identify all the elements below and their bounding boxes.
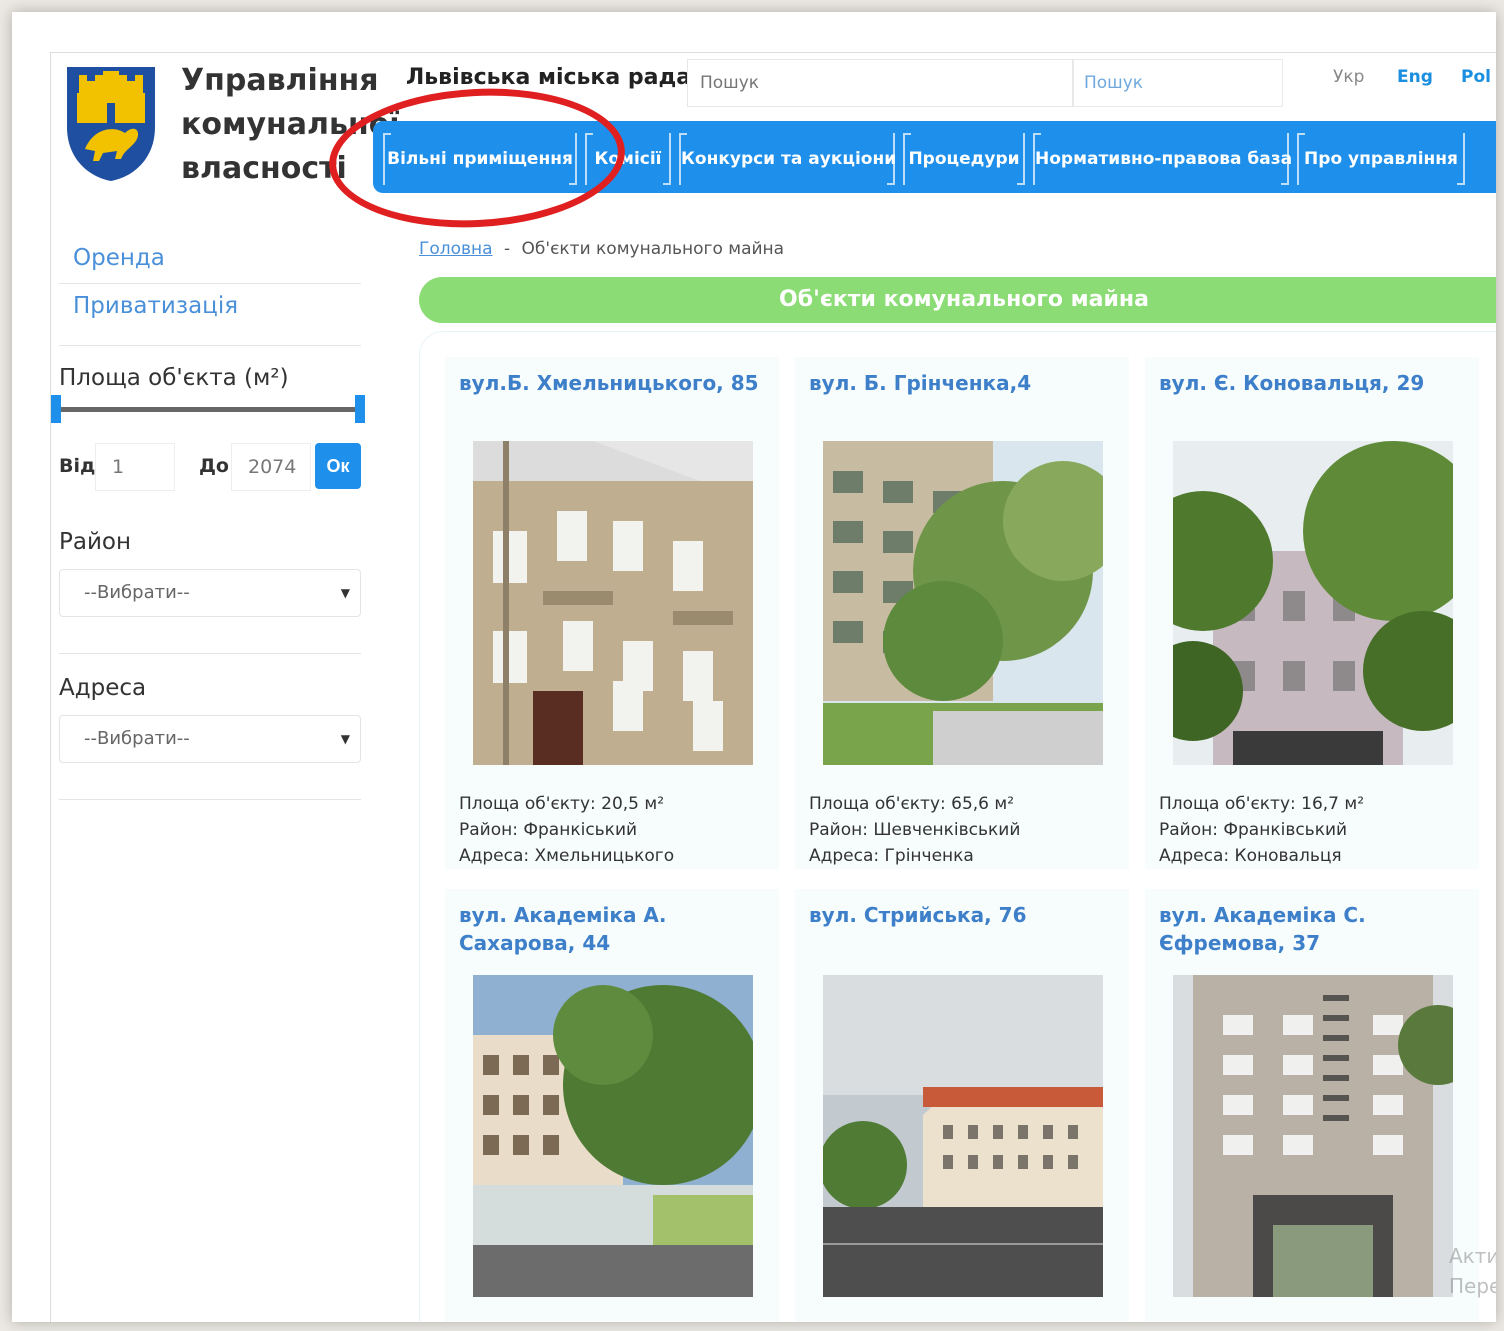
building-photo[interactable] [823, 441, 1103, 765]
property-card[interactable]: вул. Академіка А. Сахарова, 44 [445, 889, 779, 1322]
building-photo[interactable] [473, 975, 753, 1297]
property-card-title[interactable]: вул. Стрийська, 76 [809, 901, 1119, 929]
sidebar-divider [59, 345, 361, 346]
address-select-value: --Вибрати-- [84, 728, 190, 749]
property-card[interactable]: вул. Стрийська, 76 [795, 889, 1129, 1322]
address-select[interactable]: --Вибрати-- ▼ [59, 715, 361, 763]
nav-about[interactable]: Про управління [1297, 133, 1465, 185]
watermark-line: Акти [1449, 1244, 1496, 1268]
breadcrumb-separator: - [504, 239, 511, 259]
area-slider-min-handle[interactable] [51, 395, 61, 423]
property-address: Адреса: Коновальця [1159, 846, 1342, 866]
lang-ukrainian-link[interactable]: Укр [1333, 67, 1364, 87]
breadcrumb-current: Об'єкти комунального майна [521, 239, 785, 259]
property-area: Площа об'єкту: 65,6 м² [809, 794, 1015, 814]
org-title-line: комунальної [181, 107, 400, 142]
property-card-title[interactable]: вул.Б. Хмельницького, 85 [459, 369, 769, 397]
property-card[interactable]: вул. Академіка С. Єфремова, 37 [1145, 889, 1479, 1322]
search-button[interactable]: Пошук [1073, 59, 1283, 107]
activation-watermark: Акти Пере [1449, 1241, 1496, 1301]
nav-procedures[interactable]: Процедури [903, 133, 1025, 185]
nav-free-premises[interactable]: Вільні приміщення [383, 133, 577, 185]
property-card-details: Площа об'єкту: 20,5 м² Район: Франкіськи… [459, 791, 674, 869]
org-title-line: власності [181, 151, 347, 186]
city-council-link[interactable]: Львівська міська рада [406, 65, 691, 90]
property-district: Район: Франківський [1159, 820, 1348, 840]
property-area: Площа об'єкту: 20,5 м² [459, 794, 665, 814]
area-filter-heading: Площа об'єкта (м²) [59, 365, 289, 391]
building-photo[interactable] [1173, 975, 1453, 1297]
watermark-line: Пере [1449, 1274, 1496, 1298]
sidebar-link-rent[interactable]: Оренда [73, 245, 165, 271]
district-select[interactable]: --Вибрати-- ▼ [59, 569, 361, 617]
property-card-title[interactable]: вул. Академіка А. Сахарова, 44 [459, 901, 769, 957]
property-card[interactable]: вул. Є. Коновальця, 29 Площа об'єкту: 16… [1145, 357, 1479, 869]
nav-contests-auctions[interactable]: Конкурси та аукціони [679, 133, 896, 185]
org-title-line: Управління [181, 63, 379, 98]
main-navbar: Вільні приміщення Комісії Конкурси та ау… [373, 121, 1496, 193]
property-card-details: Площа об'єкту: 65,6 м² Район: Шевченківс… [809, 791, 1020, 869]
building-photo[interactable] [1173, 441, 1453, 765]
area-range-slider[interactable] [59, 407, 361, 412]
property-address: Адреса: Хмельницького [459, 846, 675, 866]
area-to-input[interactable]: 2074 [231, 443, 311, 491]
sidebar-link-privatization[interactable]: Приватизація [73, 293, 238, 319]
sidebar-divider [59, 653, 361, 654]
nav-commissions[interactable]: Комісії [585, 133, 671, 185]
area-slider-max-handle[interactable] [355, 395, 365, 423]
chevron-down-icon: ▼ [340, 586, 350, 600]
search-input[interactable] [687, 59, 1073, 107]
screenshot-frame: Управління комунальної власності Львівсь… [12, 12, 1496, 1322]
area-ok-button[interactable]: Ок [315, 443, 361, 489]
chevron-down-icon: ▼ [340, 732, 350, 746]
sidebar-divider [59, 283, 361, 284]
lviv-coat-of-arms-icon[interactable] [63, 63, 159, 183]
sidebar-divider [59, 799, 361, 800]
page-title: Об'єкти комунального майна [419, 277, 1496, 323]
nav-legal-base[interactable]: Нормативно-правова база [1033, 133, 1292, 185]
lang-polish-link[interactable]: Pol [1461, 67, 1491, 87]
breadcrumb-home-link[interactable]: Головна [419, 239, 493, 259]
to-label: До [199, 455, 229, 477]
breadcrumb: Головна - Об'єкти комунального майна [419, 239, 784, 259]
property-card-title[interactable]: вул. Б. Грінченка,4 [809, 369, 1119, 397]
property-card-title[interactable]: вул. Є. Коновальця, 29 [1159, 369, 1469, 397]
district-select-value: --Вибрати-- [84, 582, 190, 603]
address-heading: Адреса [59, 675, 147, 701]
property-card-details: Площа об'єкту: 16,7 м² Район: Франківськ… [1159, 791, 1364, 869]
district-heading: Район [59, 529, 132, 555]
browser-page: Управління комунальної власності Львівсь… [50, 52, 1496, 1322]
lang-english-link[interactable]: Eng [1397, 67, 1433, 87]
building-photo[interactable] [473, 441, 753, 765]
property-card-title[interactable]: вул. Академіка С. Єфремова, 37 [1159, 901, 1469, 957]
building-photo[interactable] [823, 975, 1103, 1297]
property-district: Район: Франкіський [459, 820, 638, 840]
property-area: Площа об'єкту: 16,7 м² [1159, 794, 1365, 814]
property-district: Район: Шевченківський [809, 820, 1021, 840]
property-address: Адреса: Грінченка [809, 846, 974, 866]
from-label: Від [59, 455, 96, 477]
property-card[interactable]: вул.Б. Хмельницького, 85 Площа об'єкту: … [445, 357, 779, 869]
org-title: Управління комунальної власності [181, 59, 400, 191]
property-card[interactable]: вул. Б. Грінченка,4 Площа об'єкту: 65,6 … [795, 357, 1129, 869]
area-from-input[interactable]: 1 [95, 443, 175, 491]
